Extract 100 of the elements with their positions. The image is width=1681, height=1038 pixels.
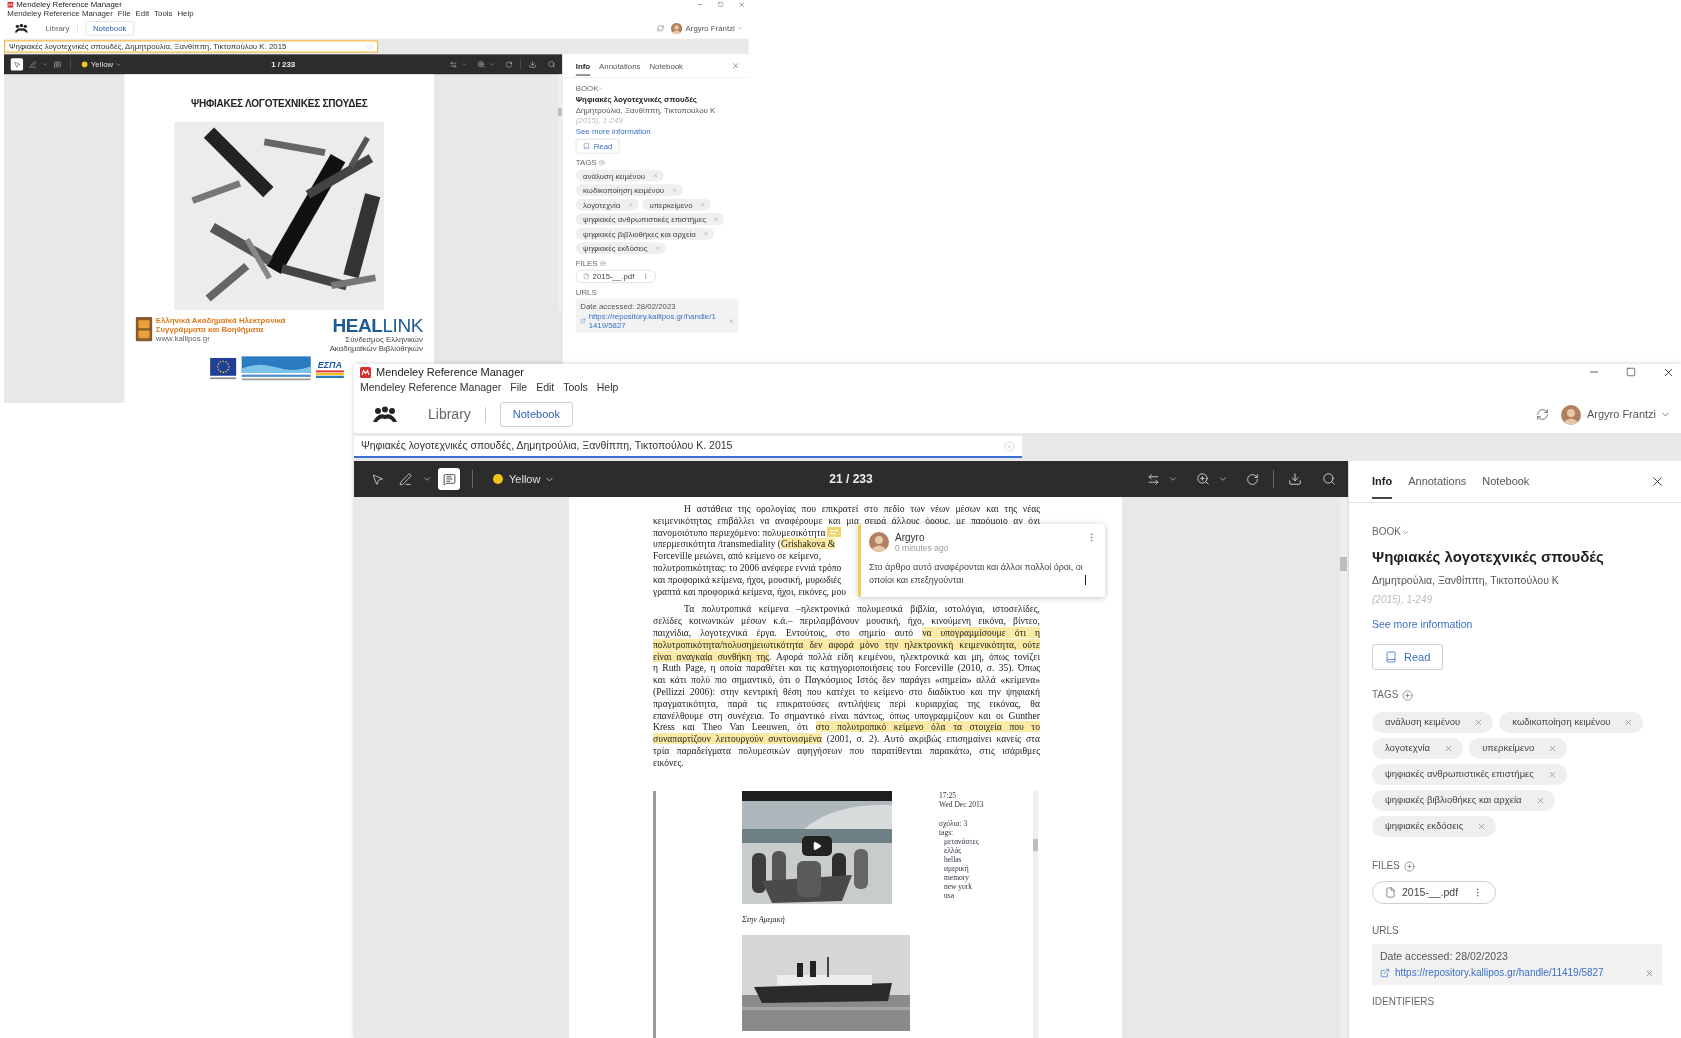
text-line: τρία παραδείγματα πολυμεσικών αφηγήσεων που παρατίθενται παρακάτω, στις ισάριθμες bbox=[653, 744, 1040, 757]
text-line: υπερμεσικότητα /transmediality (Grishakova & bbox=[653, 538, 836, 550]
books-icon bbox=[135, 316, 153, 342]
add-icon[interactable] bbox=[1403, 860, 1415, 872]
swatch-icon bbox=[493, 474, 503, 484]
tag-label: ψηφιακές βιβλιοθήκες και αρχεία bbox=[1385, 793, 1522, 808]
text-line: και κάτι πολύ πιο σημαντικό, ότι ο Παγκόσμιος Ιστός δεν παράγει «σημεία» αλλά «κείμενα» bbox=[653, 674, 1040, 686]
tag-label: ψηφιακές ανθρωπιστικές επιστήμες bbox=[1385, 767, 1534, 782]
remove-icon[interactable] bbox=[1474, 718, 1484, 727]
menu-item[interactable]: Edit bbox=[536, 380, 555, 396]
tag-label: υπερκείμενο bbox=[1482, 741, 1535, 756]
zoom-in-icon[interactable] bbox=[1196, 472, 1210, 486]
stripes-icon bbox=[315, 369, 344, 378]
panel-tab[interactable]: Annotations bbox=[1408, 461, 1467, 502]
text-line: γραπτά και προφορικά κείμενα, ήχοι, εικόνες, μου bbox=[653, 585, 846, 597]
avatar bbox=[869, 532, 889, 552]
avatar bbox=[671, 22, 683, 34]
sync-icon[interactable] bbox=[1535, 408, 1549, 421]
text-line: και προφορικά κείμενα, ήχοι, μουσική, μυρωδιές bbox=[653, 573, 842, 585]
section-heading: IDENTIFIERS bbox=[1372, 996, 1435, 1008]
avatar bbox=[1560, 404, 1581, 425]
section-heading: FILES bbox=[1372, 860, 1400, 872]
external-link-icon bbox=[1380, 968, 1390, 978]
section-heading: TAGS bbox=[1372, 689, 1399, 701]
item-type[interactable]: BOOK bbox=[1372, 526, 1401, 538]
partner-logo-text: HEALLINK bbox=[332, 315, 423, 335]
text-line: Kress και Theo Van Leeuwen, ότι στο πολυτροπικό κείμενο όλα τα στοιχεία που το bbox=[653, 721, 1040, 734]
section-heading: URLS bbox=[1372, 925, 1399, 937]
remove-icon[interactable] bbox=[1477, 822, 1487, 831]
text-line: εικόνες. bbox=[653, 756, 685, 769]
menu-item[interactable]: Tools bbox=[563, 380, 588, 396]
item-title: Ψηφιακές λογοτεχνικές σπουδές bbox=[1372, 547, 1604, 567]
text-line: παιχνίδια, λογοτεχνικά έργα. Εντούτοις, στο σημείο αυτό να υπογραμμίσουμε ότι η bbox=[653, 626, 1040, 639]
window-title: Mendeley Reference Manager bbox=[376, 365, 524, 379]
image-caption: Στην Αμερική bbox=[742, 913, 786, 926]
play-icon bbox=[812, 840, 822, 851]
user-menu[interactable]: Argyro Frantzi bbox=[1586, 406, 1671, 423]
tag-label: κωδικοποίηση κειμένου bbox=[1512, 715, 1611, 730]
add-icon[interactable] bbox=[1402, 689, 1414, 701]
read-button[interactable]: Read bbox=[1372, 644, 1444, 670]
tag-label: λογοτεχνία bbox=[1385, 741, 1431, 756]
remove-icon[interactable] bbox=[1444, 744, 1454, 753]
book-icon bbox=[1385, 651, 1397, 663]
comment-icon bbox=[442, 472, 456, 486]
swatch-icon bbox=[81, 61, 88, 68]
nav-tab[interactable]: Notebook bbox=[499, 402, 573, 427]
comment-author: Argyro bbox=[895, 532, 925, 543]
search-icon[interactable] bbox=[1322, 472, 1336, 486]
menu-item[interactable]: File bbox=[510, 380, 528, 396]
text-line: Τα πολυτροπικά κείμενα –ηλεκτρονικά πολυμεσικά βιβλία, ιστολόγια, ιστοσελίδες, bbox=[683, 603, 1040, 616]
logo-icon[interactable] bbox=[14, 23, 29, 34]
remove-icon[interactable] bbox=[1548, 744, 1558, 753]
panel-tab[interactable]: Info bbox=[1372, 461, 1393, 502]
text-cursor bbox=[1085, 575, 1086, 585]
logo-text: ΕΣΠΑ bbox=[317, 359, 342, 370]
page-counter: 21 / 233 bbox=[829, 471, 873, 488]
close-icon[interactable] bbox=[1650, 474, 1665, 489]
text-line: επανέλθουμε στη συνέχεια. Το σημαντικό είναι πάντως, όπως υπογραμμίζουν και οι Gunther bbox=[653, 709, 1040, 722]
clear-icon[interactable] bbox=[1004, 440, 1015, 452]
caret-icon[interactable] bbox=[422, 474, 432, 484]
text-line: είναι αναγκαία συνθήκη της. Αφορά πολλά είδη κειμένου, ηλεκτρονικά και μη, όπως τονίζει bbox=[653, 650, 1040, 663]
remove-icon[interactable] bbox=[1547, 770, 1557, 779]
comment-text[interactable]: Στο άρθρο αυτό αναφέρονται και άλλοι πολλοί όροι, οι οποίοι και επεξηγούνται bbox=[869, 561, 1084, 587]
text-line: Η αστάθεια της ορολογίας που επικρατεί στο πεδίο των νέων μέσων και της νέας bbox=[683, 503, 1040, 515]
logo-icon[interactable] bbox=[372, 406, 398, 423]
comment-time: 0 minutes ago bbox=[895, 543, 949, 553]
play-button[interactable] bbox=[802, 835, 832, 856]
maximize-icon[interactable] bbox=[1626, 367, 1636, 377]
caret-icon[interactable] bbox=[1168, 474, 1178, 484]
program-logo bbox=[241, 356, 311, 382]
url-link[interactable]: https://repository.kallipos.gr/handle/11419/5827 bbox=[1395, 966, 1604, 980]
remove-icon[interactable] bbox=[1535, 796, 1545, 805]
cursor-icon bbox=[370, 472, 384, 486]
menu-item[interactable]: Help bbox=[596, 380, 619, 396]
nav-tab[interactable]: Library bbox=[428, 404, 471, 425]
search-field[interactable]: Ψηφιακές λογοτεχνικές σπουδές, Δημητρούλια, Ξανθίππη, Τικτοπούλου Κ. 2015 bbox=[354, 436, 1022, 458]
text-line: Forceville μειώνει, από κείμενο σε κείμενο, bbox=[653, 550, 822, 562]
text-line: πολυτροπικότητας: το 2006 ανέφερε εννιά τρόπο bbox=[653, 562, 842, 573]
text-line: σελίδες κοινωνικών μέσων κ.ά.– περιλαμβάνουν μουσική, ήχο, κινούμενη εικόνα, βίντεο, bbox=[653, 615, 1040, 627]
caret-icon[interactable] bbox=[1218, 474, 1228, 484]
remove-icon[interactable] bbox=[1645, 968, 1654, 978]
fit-width-icon[interactable] bbox=[1147, 472, 1160, 486]
text-line: πανομοιότυπο περιεχόμενο: πολυμεσικότητα bbox=[653, 526, 826, 539]
item-authors: Δημητρούλια, Ξανθίππη, Τικτοπούλου Κ bbox=[1372, 573, 1559, 587]
flag-icon bbox=[210, 357, 237, 380]
pen-icon bbox=[398, 472, 412, 486]
rotate-icon[interactable] bbox=[1246, 472, 1259, 486]
download-icon[interactable] bbox=[1288, 472, 1302, 486]
text-line: η Ruth Page, η οποία παραθέτει και τις κατηγοριοποιήσεις του Forceville (2010, σ. 35). Όπως bbox=[653, 662, 1040, 675]
remove-icon[interactable] bbox=[1624, 718, 1634, 727]
menu-item[interactable]: Mendeley Reference Manager bbox=[360, 380, 502, 396]
item-year: (2015), 1-249 bbox=[1372, 593, 1433, 607]
note-tool[interactable] bbox=[438, 468, 460, 490]
select-tool[interactable] bbox=[10, 58, 24, 71]
text-line: πραγματικότητα, παρά τις επικρατούσες αντιλήψεις περί κυριαρχίας της εικόνας, θα bbox=[653, 697, 1040, 710]
more-info-link[interactable]: See more information bbox=[1372, 617, 1473, 631]
file-name: 2015-__.pdf bbox=[1402, 884, 1459, 900]
color-picker[interactable]: Yellow bbox=[509, 470, 556, 488]
panel-tab[interactable]: Notebook bbox=[1482, 461, 1530, 502]
note-marker-icon[interactable] bbox=[827, 527, 842, 538]
